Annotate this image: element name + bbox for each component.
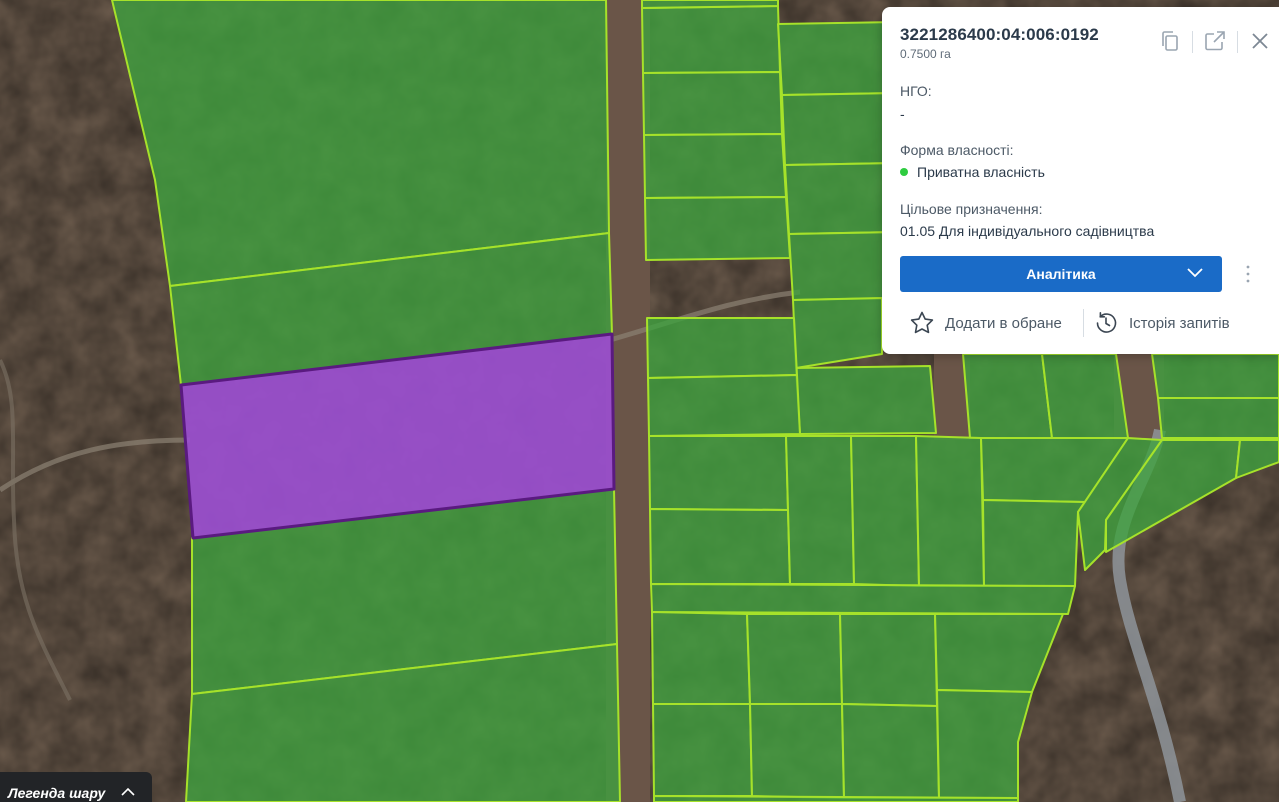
ngo-value: - (900, 106, 905, 122)
query-history-button[interactable]: Історія запитів (1093, 310, 1253, 336)
parcel[interactable] (841, 703, 940, 799)
parcel[interactable] (749, 703, 845, 799)
parcel[interactable] (1151, 353, 1279, 399)
parcel[interactable] (646, 317, 798, 379)
history-icon (1096, 312, 1117, 333)
actions-divider (1083, 309, 1084, 337)
purpose-value: 01.05 Для індивідуального садівництва (900, 223, 1155, 239)
query-history-label: Історія запитів (1129, 315, 1230, 332)
legend-toggle-button[interactable]: Легенда шару (0, 772, 152, 802)
add-favorite-button[interactable]: Додати в обране (909, 310, 1079, 336)
parcel[interactable] (653, 795, 1019, 802)
parcel[interactable] (850, 435, 920, 587)
parcel[interactable] (652, 703, 753, 797)
ownership-label: Форма власності: (900, 142, 1014, 158)
analytics-button-label: Аналітика (1026, 266, 1096, 282)
parcel[interactable] (1157, 397, 1279, 439)
parcel[interactable] (795, 365, 937, 435)
ownership-text: Приватна власність (917, 164, 1045, 180)
parcel[interactable] (649, 508, 791, 585)
ownership-value: Приватна власність (900, 164, 1045, 180)
parcel[interactable] (641, 5, 781, 74)
parcel[interactable] (651, 611, 751, 705)
copy-icon[interactable] (1158, 29, 1182, 53)
ngo-label: НГО: (900, 83, 932, 99)
parcel[interactable] (644, 196, 791, 261)
parcel[interactable] (936, 689, 1033, 799)
parcel[interactable] (839, 613, 938, 707)
parcel[interactable] (647, 374, 801, 437)
add-favorite-label: Додати в обране (945, 315, 1062, 332)
parcel-info-panel: 3221286400:04:006:0192 0.7500 га НГО: - … (882, 7, 1279, 354)
header-divider (1192, 31, 1193, 53)
header-divider (1237, 31, 1238, 53)
parcel[interactable] (648, 435, 789, 511)
close-icon[interactable] (1248, 29, 1272, 53)
parcel[interactable] (785, 435, 855, 585)
analytics-button[interactable]: Аналітика (900, 256, 1222, 292)
star-icon (910, 311, 934, 334)
parcel[interactable] (1041, 353, 1129, 439)
purpose-label: Цільове призначення: (900, 201, 1043, 217)
parcel[interactable] (641, 0, 779, 9)
chevron-down-icon (1187, 268, 1203, 278)
parcel[interactable] (642, 71, 783, 136)
parcel[interactable] (915, 435, 985, 587)
parcel[interactable] (746, 613, 843, 705)
open-external-icon[interactable] (1203, 29, 1227, 53)
parcel[interactable] (650, 583, 1076, 615)
legend-toggle-label: Легенда шару (8, 785, 106, 801)
parcel-area: 0.7500 га (900, 47, 951, 61)
ownership-status-dot (900, 168, 908, 176)
parcel[interactable] (643, 133, 787, 199)
parcel[interactable] (982, 499, 1086, 587)
parcel[interactable] (962, 353, 1053, 439)
cadastral-number: 3221286400:04:006:0192 (900, 25, 1099, 44)
more-options-icon[interactable] (1240, 262, 1256, 286)
chevron-up-icon (121, 787, 135, 796)
